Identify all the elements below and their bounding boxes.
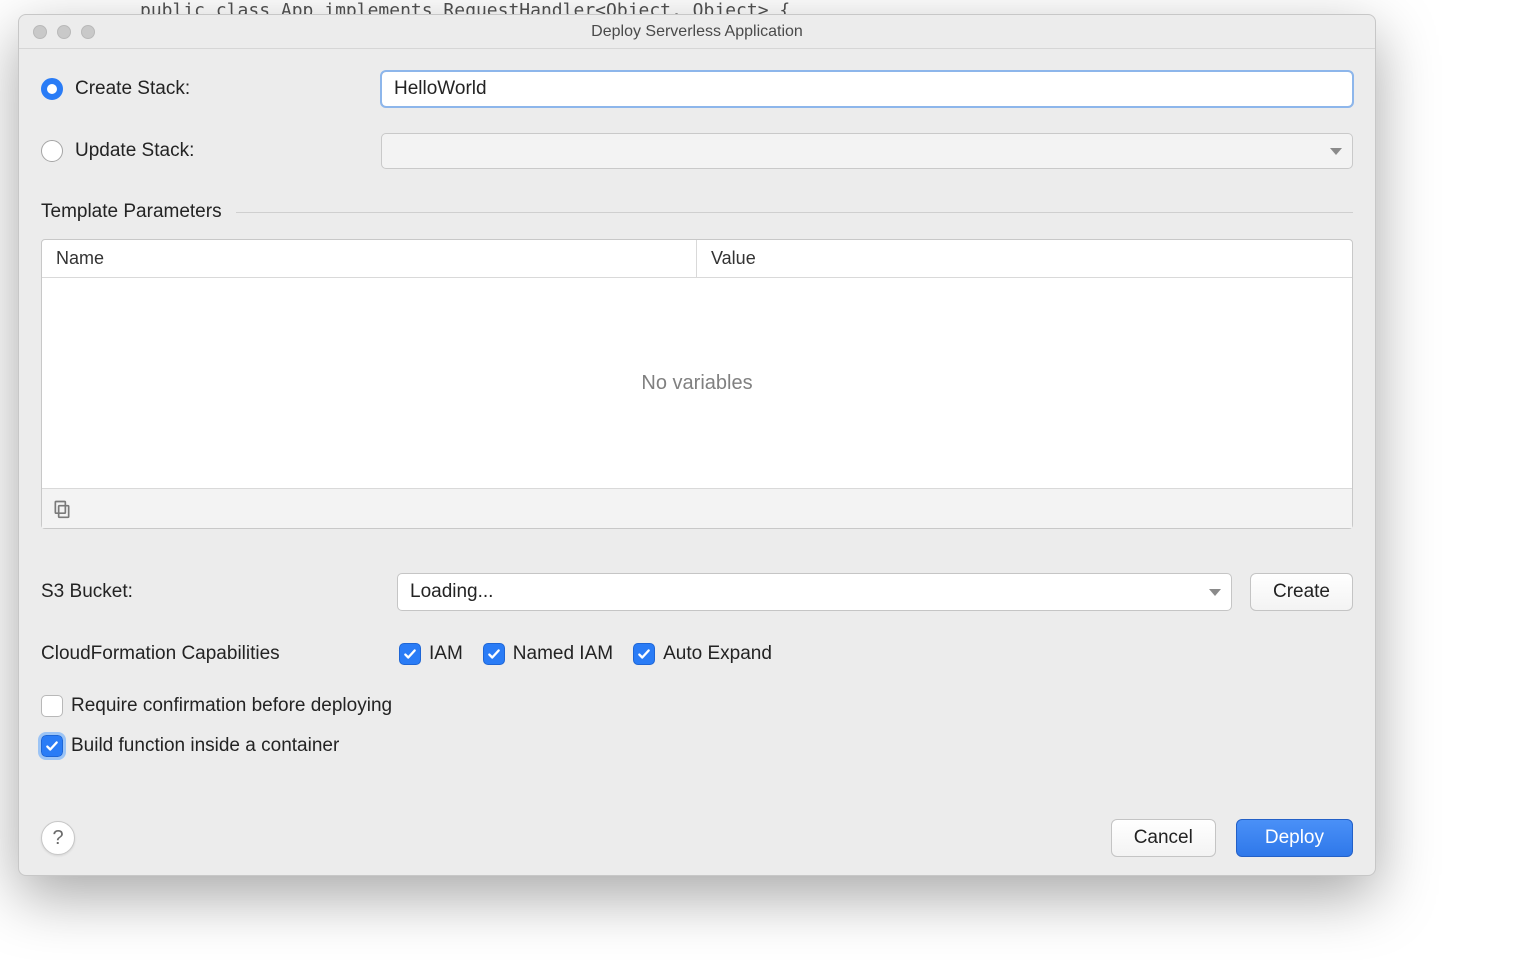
update-stack-row: Update Stack: (41, 133, 1353, 169)
s3-bucket-select[interactable]: Loading... (397, 573, 1232, 611)
table-header: Name Value (42, 240, 1352, 278)
capability-iam-checkbox[interactable]: IAM (399, 643, 463, 665)
template-parameters-table: Name Value No variables (41, 239, 1353, 529)
require-confirmation-label: Require confirmation before deploying (71, 695, 392, 717)
divider (236, 212, 1353, 213)
capability-auto-expand-checkbox[interactable]: Auto Expand (633, 643, 772, 665)
cancel-button[interactable]: Cancel (1111, 819, 1216, 857)
update-stack-select[interactable] (381, 133, 1353, 169)
s3-bucket-value: Loading... (410, 581, 493, 603)
check-icon (403, 647, 417, 661)
create-stack-input[interactable] (381, 71, 1353, 107)
minimize-window-icon[interactable] (57, 25, 71, 39)
capability-named-iam-label: Named IAM (513, 643, 613, 665)
chevron-down-icon (1209, 589, 1221, 596)
create-stack-row: Create Stack: (41, 71, 1353, 107)
window-controls (19, 25, 95, 39)
checkbox-icon (633, 643, 655, 665)
check-icon (637, 647, 651, 661)
deploy-dialog: Deploy Serverless Application Create Sta… (18, 14, 1376, 876)
build-in-container-checkbox[interactable]: Build function inside a container (41, 735, 1353, 757)
capability-auto-expand-label: Auto Expand (663, 643, 772, 665)
s3-bucket-row: S3 Bucket: Loading... Create (41, 573, 1353, 611)
help-button[interactable]: ? (41, 821, 75, 855)
chevron-down-icon (1330, 148, 1342, 155)
dialog-footer: ? Cancel Deploy (41, 799, 1353, 857)
close-window-icon[interactable] (33, 25, 47, 39)
options-group: Require confirmation before deploying Bu… (41, 695, 1353, 757)
titlebar: Deploy Serverless Application (19, 15, 1375, 49)
checkbox-icon (41, 735, 63, 757)
checkbox-icon (483, 643, 505, 665)
window-title: Deploy Serverless Application (19, 23, 1375, 41)
build-in-container-label: Build function inside a container (71, 735, 339, 757)
capabilities-row: CloudFormation Capabilities IAM Named IA… (41, 643, 1353, 665)
create-bucket-button[interactable]: Create (1250, 573, 1353, 611)
s3-bucket-label: S3 Bucket: (41, 581, 379, 603)
create-stack-label: Create Stack: (75, 78, 190, 100)
copy-icon[interactable] (52, 499, 72, 519)
capability-named-iam-checkbox[interactable]: Named IAM (483, 643, 613, 665)
column-header-value[interactable]: Value (697, 240, 1352, 277)
column-header-name[interactable]: Name (42, 240, 697, 277)
checkbox-icon (399, 643, 421, 665)
table-toolbar (42, 488, 1352, 528)
update-stack-radio[interactable] (41, 140, 63, 162)
template-parameters-label: Template Parameters (41, 201, 222, 223)
capabilities-label: CloudFormation Capabilities (41, 643, 379, 665)
zoom-window-icon[interactable] (81, 25, 95, 39)
check-icon (45, 739, 59, 753)
capability-iam-label: IAM (429, 643, 463, 665)
template-parameters-header: Template Parameters (41, 201, 1353, 223)
checkbox-icon (41, 695, 63, 717)
dialog-body: Create Stack: Update Stack: Template Par… (19, 49, 1375, 875)
deploy-button[interactable]: Deploy (1236, 819, 1353, 857)
require-confirmation-checkbox[interactable]: Require confirmation before deploying (41, 695, 1353, 717)
table-empty-state: No variables (42, 278, 1352, 488)
update-stack-label: Update Stack: (75, 140, 194, 162)
check-icon (487, 647, 501, 661)
create-stack-radio[interactable] (41, 78, 63, 100)
